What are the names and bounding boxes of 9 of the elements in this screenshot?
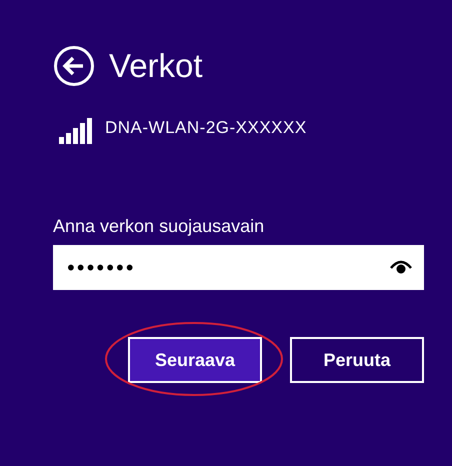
back-icon[interactable]	[53, 45, 95, 87]
next-button[interactable]: Seuraava	[128, 337, 262, 383]
cancel-button[interactable]: Peruuta	[290, 337, 424, 383]
signal-icon	[59, 118, 93, 144]
eye-icon[interactable]	[390, 260, 412, 274]
network-name: DNA-WLAN-2G-XXXXXX	[105, 118, 307, 138]
password-field[interactable]: •••••••	[53, 245, 424, 290]
field-label: Anna verkon suojausavain	[53, 216, 264, 237]
page-title: Verkot	[109, 46, 203, 86]
